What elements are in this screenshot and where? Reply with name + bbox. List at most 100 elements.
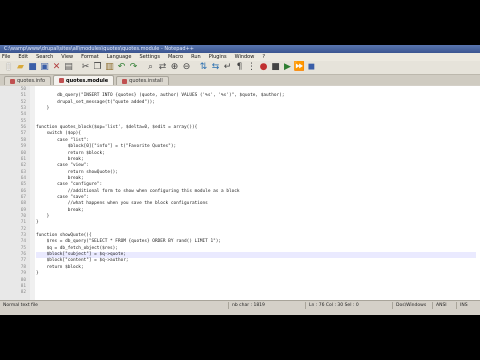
window-title: C:\wamp\www\drupal\sites\all\modules\quo… <box>0 45 480 53</box>
file-tab[interactable]: quotes.module <box>53 75 115 85</box>
line-number-gutter: 50 51 52 53 54 55 56 57 58 59 60 61 62 63 64 65 66 67 68 69… <box>0 86 31 300</box>
code-line[interactable]: return $block; <box>36 151 476 157</box>
file-saved-icon <box>59 78 65 83</box>
undo-icon[interactable]: ↶ <box>116 62 127 73</box>
open-file-icon[interactable]: ▰ <box>15 62 26 73</box>
toolbar: ▯ ▰ ■ ▣ ✕ ▤ ✂ ❐ ▥ ↶ ↷ ⌕ ⇄ ⊕ ⊖ ⇅ ⇆ ↵ ¶ ⋮ … <box>0 61 480 75</box>
code-line[interactable]: switch ($op){ <box>36 131 476 137</box>
code-line[interactable]: return showQuote(); <box>36 170 476 176</box>
indent-guide-icon[interactable]: ⋮ <box>246 62 257 73</box>
menu-bar: File Edit Search View Format Language Settings… <box>0 53 480 61</box>
code-line[interactable]: return $block; <box>36 265 476 271</box>
line-number: 62 <box>20 163 26 169</box>
code-line[interactable]: //what happens when you save the block c… <box>36 201 476 207</box>
find-icon[interactable]: ⌕ <box>145 62 156 73</box>
menu-item[interactable]: Language <box>107 53 132 61</box>
file-tab[interactable]: quotes.info <box>4 76 52 85</box>
menu-item[interactable]: Macro <box>168 53 183 61</box>
menu-item[interactable]: Search <box>36 53 53 61</box>
line-number: 52 <box>20 99 26 105</box>
copy-icon[interactable]: ❐ <box>92 62 103 73</box>
code-line[interactable]: } <box>36 214 476 220</box>
code-line[interactable]: function quotes_block($op='list', $delta… <box>36 125 476 131</box>
menu-item[interactable]: Window <box>235 53 255 61</box>
close-icon[interactable]: ✕ <box>51 62 62 73</box>
line-number: 55 <box>20 118 26 124</box>
toolbar-separator <box>193 62 197 73</box>
status-divider <box>228 302 229 309</box>
file-tab-label: quotes.install <box>129 78 163 84</box>
macro-play-multiple-icon[interactable]: ⏩ <box>294 62 305 73</box>
code-line[interactable]: break; <box>36 208 476 214</box>
code-line[interactable]: } <box>36 220 476 226</box>
status-position: Ln : 76 Col : 30 Sel : 0 <box>309 303 359 308</box>
code-line[interactable]: break; <box>36 157 476 163</box>
line-number: 69 <box>20 207 26 213</box>
line-number: 71 <box>20 220 26 226</box>
menu-item[interactable]: Format <box>81 53 99 61</box>
line-number: 68 <box>20 201 26 207</box>
status-mode: INS <box>460 303 468 308</box>
macro-save-icon[interactable]: ◼ <box>306 62 317 73</box>
code-line[interactable]: case "configure": <box>36 182 476 188</box>
file-saved-icon <box>10 78 15 84</box>
code-line[interactable]: case "list": <box>36 138 476 144</box>
line-number: 81 <box>20 283 26 289</box>
status-divider <box>456 302 457 309</box>
code-line[interactable]: } <box>36 106 476 112</box>
code-line[interactable]: $block[0]["info"] = t("Favorite Quotes")… <box>36 144 476 150</box>
code-editor[interactable]: 50 51 52 53 54 55 56 57 58 59 60 61 62 63 64 65 66 67 68 69… <box>0 86 480 300</box>
line-number: 58 <box>20 137 26 143</box>
replace-icon[interactable]: ⇄ <box>157 62 168 73</box>
code-line[interactable]: $q = db_fetch_object($res); <box>36 246 476 252</box>
code-line[interactable]: db_query("INSERT INTO {quotes} (quote, a… <box>36 93 476 99</box>
code-line[interactable]: $res = db_query("SELECT * FROM {quotes} … <box>36 239 476 245</box>
save-all-icon[interactable]: ▣ <box>39 62 50 73</box>
code-line[interactable]: } <box>36 271 476 277</box>
tab-bar: quotes.info quotes.module quotes.install <box>0 75 480 85</box>
fold-margin[interactable] <box>30 86 35 300</box>
sync-scroll-v-icon[interactable]: ⇅ <box>198 62 209 73</box>
status-encoding: ANSI <box>436 303 447 308</box>
code-line[interactable]: //additional form to show when configuri… <box>36 189 476 195</box>
line-number: 79 <box>20 271 26 277</box>
cut-icon[interactable]: ✂ <box>80 62 91 73</box>
word-wrap-icon[interactable]: ↵ <box>222 62 233 73</box>
status-divider <box>432 302 433 309</box>
line-number: 80 <box>20 277 26 283</box>
menu-item[interactable]: Run <box>191 53 201 61</box>
code-line[interactable]: drupal_set_message(t("quote added")); <box>36 100 476 106</box>
redo-icon[interactable]: ↷ <box>128 62 139 73</box>
line-number: 65 <box>20 182 26 188</box>
line-number: 54 <box>20 112 26 118</box>
print-icon[interactable]: ▤ <box>63 62 74 73</box>
menu-item[interactable]: Plugins <box>209 53 227 61</box>
menu-item[interactable]: Edit <box>18 53 28 61</box>
code-line[interactable]: case "view": <box>36 163 476 169</box>
status-eol: Dos\Windows <box>396 303 427 308</box>
file-tab[interactable]: quotes.install <box>116 76 169 85</box>
code-line[interactable]: break; <box>36 176 476 182</box>
menu-item[interactable]: File <box>2 53 10 61</box>
toolbar-separator <box>75 62 79 73</box>
paste-icon[interactable]: ▥ <box>104 62 115 73</box>
file-tab-label: quotes.module <box>66 77 109 84</box>
status-bar: Normal text file nb char : 1819 Ln : 76 … <box>0 300 480 310</box>
new-file-icon[interactable]: ▯ <box>3 62 14 73</box>
status-length: nb char : 1819 <box>232 303 265 308</box>
macro-record-icon[interactable]: ● <box>258 62 269 73</box>
code-line[interactable]: $block["content"] = $q->author; <box>36 258 476 264</box>
macro-play-icon[interactable]: ▶ <box>282 62 293 73</box>
show-all-chars-icon[interactable]: ¶ <box>234 62 245 73</box>
menu-item[interactable]: View <box>61 53 73 61</box>
line-number: 77 <box>20 258 26 264</box>
sync-scroll-h-icon[interactable]: ⇆ <box>210 62 221 73</box>
menu-item[interactable]: Settings <box>139 53 160 61</box>
macro-stop-icon[interactable]: ■ <box>270 62 281 73</box>
save-icon[interactable]: ■ <box>27 62 38 73</box>
menu-item[interactable]: ? <box>262 53 265 61</box>
line-number: 66 <box>20 188 26 194</box>
zoom-out-icon[interactable]: ⊖ <box>181 62 192 73</box>
zoom-in-icon[interactable]: ⊕ <box>169 62 180 73</box>
line-number: 64 <box>20 175 26 181</box>
